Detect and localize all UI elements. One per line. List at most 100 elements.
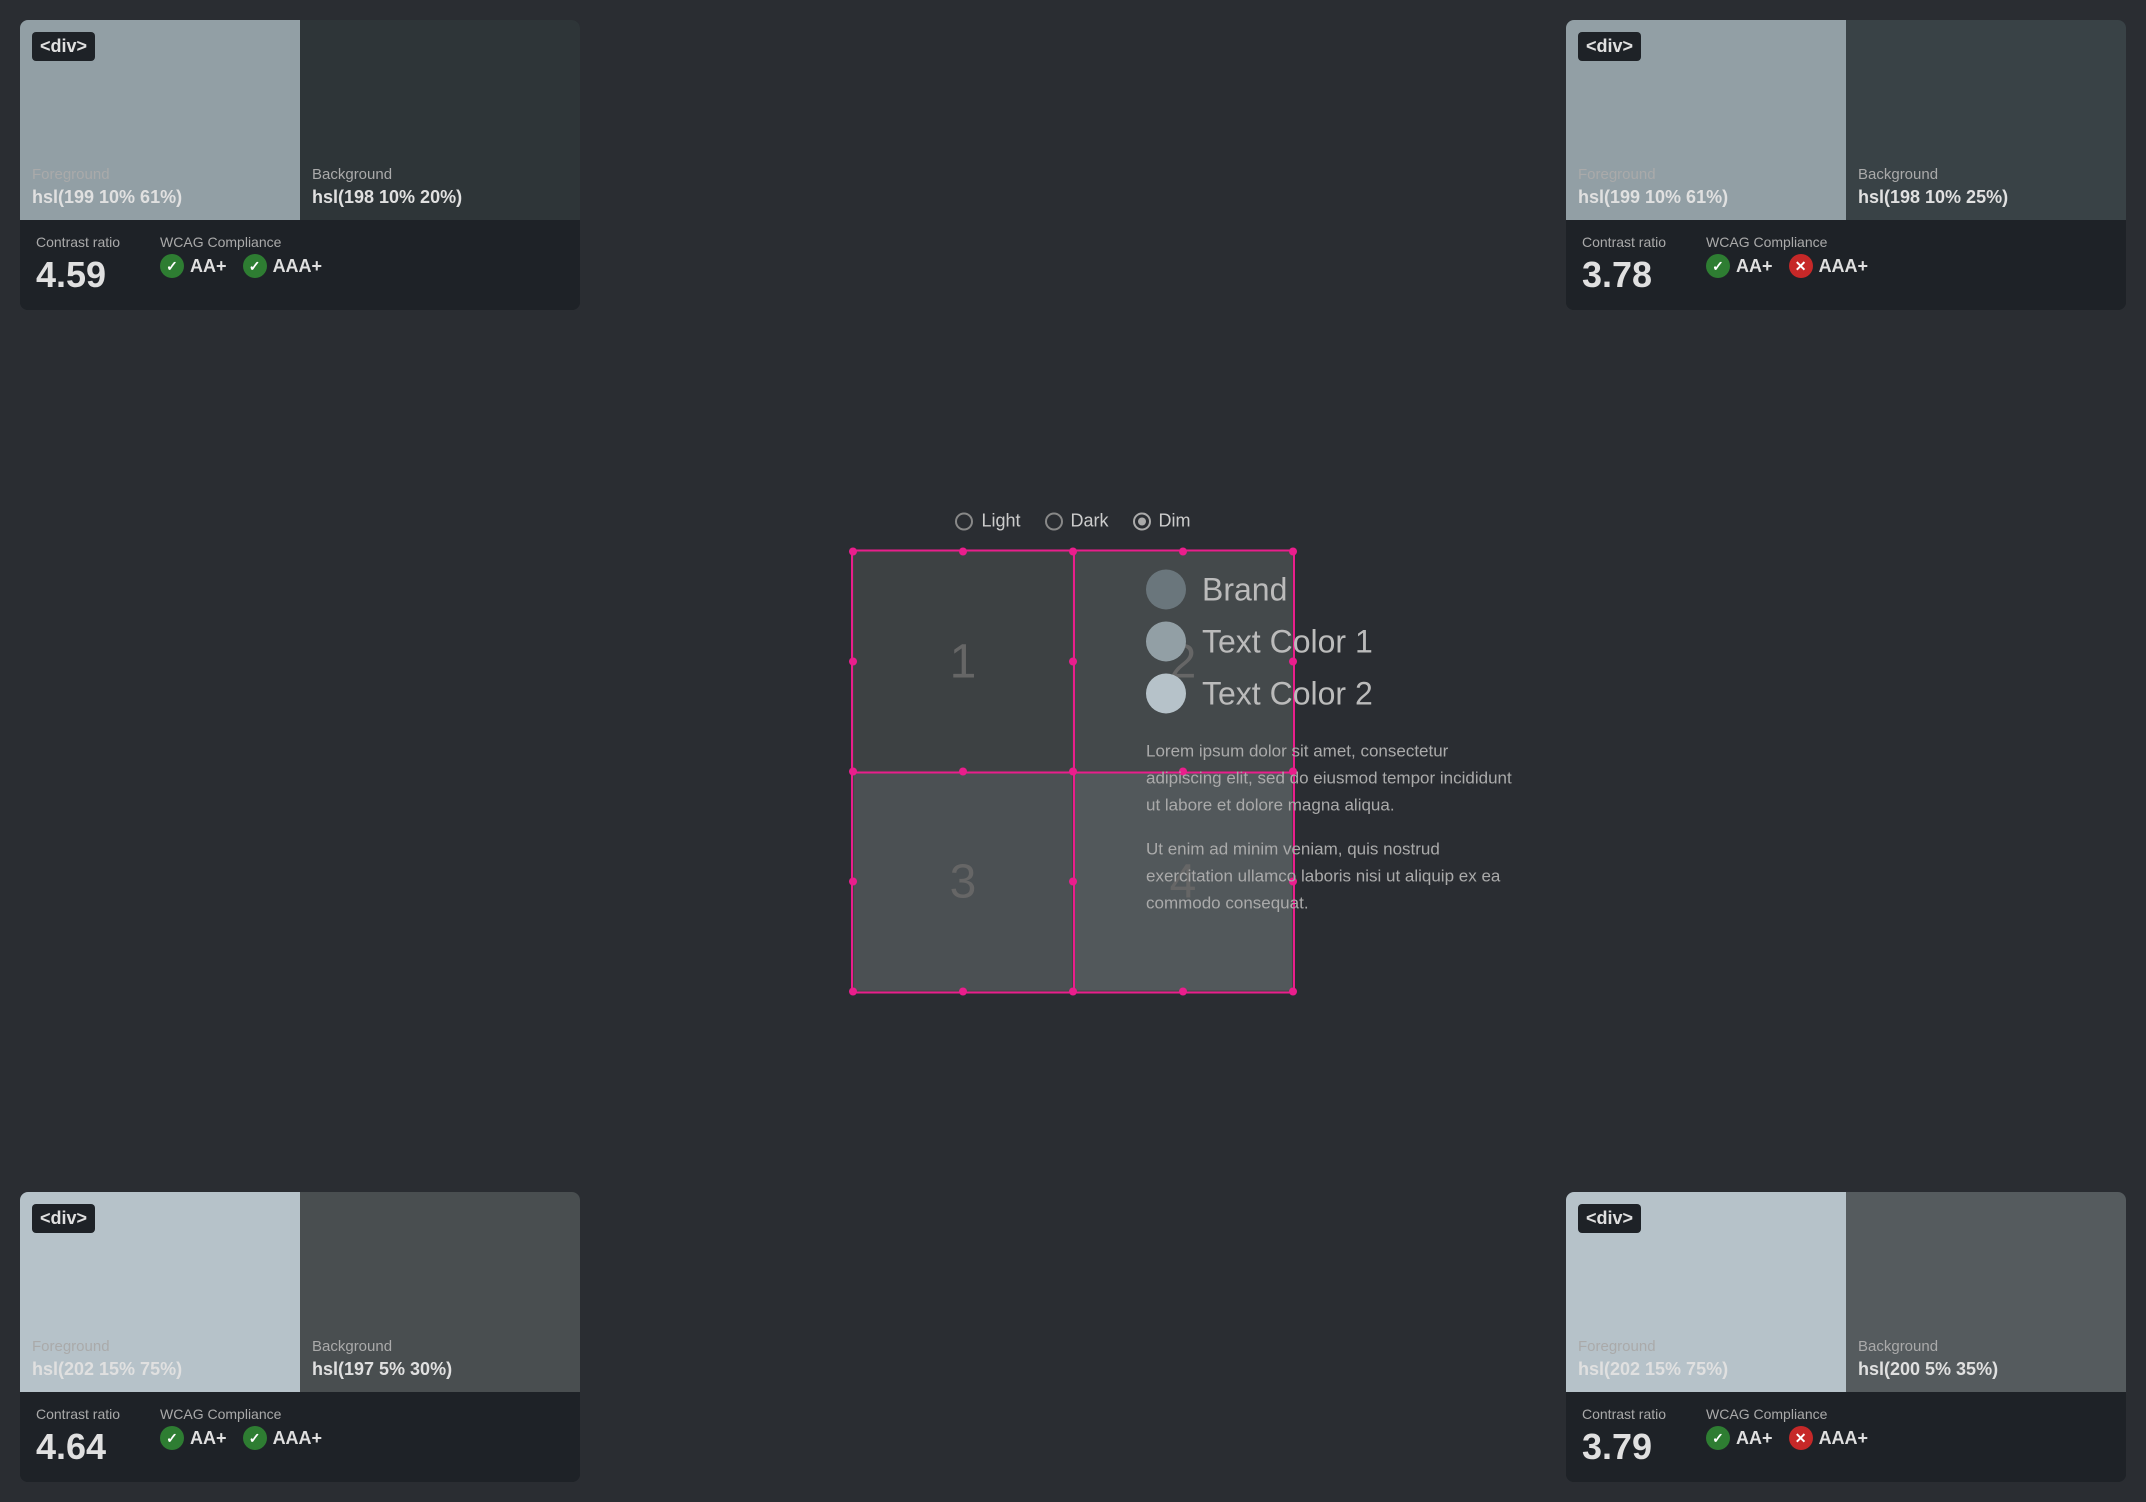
panel-br-aa-icon: ✓ bbox=[1706, 1426, 1730, 1450]
pink-dot-bottom-center-mid bbox=[1069, 878, 1077, 886]
radio-dim[interactable]: Dim bbox=[1133, 511, 1191, 532]
pink-dot-bot-quarter-r bbox=[1179, 988, 1187, 996]
panel-br-aaa-badge: ✕ AAA+ bbox=[1789, 1426, 1869, 1450]
pink-dot-tm bbox=[1069, 548, 1077, 556]
panel-tr-aaa-icon: ✕ bbox=[1789, 254, 1813, 278]
radio-light-circle bbox=[955, 512, 973, 530]
panel-br-label: <div> bbox=[1578, 1204, 1641, 1233]
panel-br-info: Contrast ratio 3.79 WCAG Compliance ✓ AA… bbox=[1566, 1392, 2126, 1482]
panel-br-badges: ✓ AA+ ✕ AAA+ bbox=[1706, 1426, 1868, 1450]
panel-tr-color-row: Foreground hsl(199 10% 61%) Background h… bbox=[1566, 20, 2126, 220]
panel-tr-label: <div> bbox=[1578, 32, 1641, 61]
panel-bl-info: Contrast ratio 4.64 WCAG Compliance ✓ AA… bbox=[20, 1392, 580, 1482]
brand-dot bbox=[1146, 569, 1186, 609]
lorem-p2: Ut enim ad minim veniam, quis nostrud ex… bbox=[1146, 835, 1526, 917]
grid-cell-1-label: 1 bbox=[950, 634, 977, 689]
panel-br-aaa-icon: ✕ bbox=[1789, 1426, 1813, 1450]
legend-text1: Text Color 1 bbox=[1146, 621, 1526, 661]
radio-light[interactable]: Light bbox=[955, 511, 1020, 532]
panel-tl-fg-label: Foreground bbox=[32, 166, 288, 183]
panel-tl-bg-swatch: Background hsl(198 10% 20%) bbox=[300, 20, 580, 220]
pink-dot-bot-quarter-l bbox=[959, 988, 967, 996]
legend-brand: Brand bbox=[1146, 569, 1526, 609]
panel-br-fg-label: Foreground bbox=[1578, 1338, 1834, 1355]
panel-bl-aaa-label: AAA+ bbox=[273, 1428, 323, 1449]
panel-br-bg-swatch: Background hsl(200 5% 35%) bbox=[1846, 1192, 2126, 1392]
panel-tl-aa-icon: ✓ bbox=[160, 254, 184, 278]
brand-label: Brand bbox=[1202, 571, 1287, 608]
panel-tl-color-row: Foreground hsl(199 10% 61%) Background h… bbox=[20, 20, 580, 220]
pink-dot-mid-quarter-l bbox=[959, 768, 967, 776]
pink-dot-br bbox=[1289, 988, 1297, 996]
radio-row: Light Dark Dim bbox=[955, 511, 1190, 532]
panel-tl-label: <div> bbox=[32, 32, 95, 61]
main-container: <div> Foreground hsl(199 10% 61%) Backgr… bbox=[0, 0, 2146, 1502]
panel-bl-bg-label: Background bbox=[312, 1338, 568, 1355]
grid-cell-3: 3 bbox=[853, 772, 1073, 992]
panel-bl-fg-label: Foreground bbox=[32, 1338, 288, 1355]
panel-bl-badges: ✓ AA+ ✓ AAA+ bbox=[160, 1426, 322, 1450]
pink-dot-tl-mid-left bbox=[849, 658, 857, 666]
radio-dim-dot bbox=[1138, 517, 1146, 525]
panel-tr-bg-value: hsl(198 10% 25%) bbox=[1858, 187, 2114, 208]
panel-top-right: <div> Foreground hsl(199 10% 61%) Backgr… bbox=[1566, 20, 2126, 310]
panel-bl-aaa-badge: ✓ AAA+ bbox=[243, 1426, 323, 1450]
panel-bottom-right: <div> Foreground hsl(202 15% 75%) Backgr… bbox=[1566, 1192, 2126, 1482]
text1-dot bbox=[1146, 621, 1186, 661]
radio-dark[interactable]: Dark bbox=[1045, 511, 1109, 532]
pink-dot-tr bbox=[1289, 548, 1297, 556]
panel-tl-contrast: Contrast ratio 4.59 bbox=[36, 234, 120, 296]
panel-bl-info-row: Contrast ratio 4.64 WCAG Compliance ✓ AA… bbox=[36, 1406, 564, 1468]
panel-tl-fg-value: hsl(199 10% 61%) bbox=[32, 187, 288, 208]
panel-tl-aa-badge: ✓ AA+ bbox=[160, 254, 227, 278]
panel-bl-bg-value: hsl(197 5% 30%) bbox=[312, 1359, 568, 1380]
pink-dot-top-quarter-l bbox=[959, 548, 967, 556]
text2-dot bbox=[1146, 673, 1186, 713]
text1-label: Text Color 1 bbox=[1202, 623, 1373, 660]
panel-tl-bg-value: hsl(198 10% 20%) bbox=[312, 187, 568, 208]
panel-tl-info: Contrast ratio 4.59 WCAG Compliance ✓ AA… bbox=[20, 220, 580, 310]
panel-bl-bg-swatch: Background hsl(197 5% 30%) bbox=[300, 1192, 580, 1392]
grid-cell-1: 1 bbox=[853, 552, 1073, 772]
color-legend: Brand Text Color 1 Text Color 2 bbox=[1146, 569, 1526, 713]
panel-tr-aaa-label: AAA+ bbox=[1819, 256, 1869, 277]
panel-tr-aaa-badge: ✕ AAA+ bbox=[1789, 254, 1869, 278]
panel-tr-info: Contrast ratio 3.78 WCAG Compliance ✓ AA… bbox=[1566, 220, 2126, 310]
panel-tr-fg-value: hsl(199 10% 61%) bbox=[1578, 187, 1834, 208]
panel-br-aa-label: AA+ bbox=[1736, 1428, 1773, 1449]
panel-br-fg-value: hsl(202 15% 75%) bbox=[1578, 1359, 1834, 1380]
panel-bl-wcag: WCAG Compliance ✓ AA+ ✓ AAA+ bbox=[160, 1406, 322, 1450]
pink-dot-top-center-mid bbox=[1069, 658, 1077, 666]
panel-tr-bg-swatch: Background hsl(198 10% 25%) bbox=[1846, 20, 2126, 220]
panel-br-info-row: Contrast ratio 3.79 WCAG Compliance ✓ AA… bbox=[1582, 1406, 2110, 1468]
panel-br-bg-label: Background bbox=[1858, 1338, 2114, 1355]
panel-top-left: <div> Foreground hsl(199 10% 61%) Backgr… bbox=[20, 20, 580, 310]
panel-bl-aa-icon: ✓ bbox=[160, 1426, 184, 1450]
radio-light-label: Light bbox=[981, 511, 1020, 532]
panel-tr-badges: ✓ AA+ ✕ AAA+ bbox=[1706, 254, 1868, 278]
panel-tl-aa-label: AA+ bbox=[190, 256, 227, 277]
pink-dot-mm bbox=[1069, 768, 1077, 776]
panel-bl-aa-label: AA+ bbox=[190, 1428, 227, 1449]
panel-br-wcag: WCAG Compliance ✓ AA+ ✕ AAA+ bbox=[1706, 1406, 1868, 1450]
panel-bl-color-row: Foreground hsl(202 15% 75%) Background h… bbox=[20, 1192, 580, 1392]
panel-tl-aaa-badge: ✓ AAA+ bbox=[243, 254, 323, 278]
radio-dark-label: Dark bbox=[1071, 511, 1109, 532]
panel-bottom-left: <div> Foreground hsl(202 15% 75%) Backgr… bbox=[20, 1192, 580, 1482]
panel-br-aaa-label: AAA+ bbox=[1819, 1428, 1869, 1449]
radio-dark-circle bbox=[1045, 512, 1063, 530]
panel-bl-aa-badge: ✓ AA+ bbox=[160, 1426, 227, 1450]
panel-br-aa-badge: ✓ AA+ bbox=[1706, 1426, 1773, 1450]
pink-dot-bm bbox=[1069, 988, 1077, 996]
panel-tr-fg-label: Foreground bbox=[1578, 166, 1834, 183]
legend-text2: Text Color 2 bbox=[1146, 673, 1526, 713]
panel-bl-fg-value: hsl(202 15% 75%) bbox=[32, 1359, 288, 1380]
radio-dim-label: Dim bbox=[1159, 511, 1191, 532]
pink-dot-bl bbox=[849, 988, 857, 996]
panel-bl-label: <div> bbox=[32, 1204, 95, 1233]
panel-bl-contrast: Contrast ratio 4.64 bbox=[36, 1406, 120, 1468]
right-panel: Brand Text Color 1 Text Color 2 Lorem ip… bbox=[1146, 569, 1526, 932]
panel-br-bg-value: hsl(200 5% 35%) bbox=[1858, 1359, 2114, 1380]
panel-tr-contrast: Contrast ratio 3.78 bbox=[1582, 234, 1666, 296]
panel-tl-wcag: WCAG Compliance ✓ AA+ ✓ AAA+ bbox=[160, 234, 322, 278]
